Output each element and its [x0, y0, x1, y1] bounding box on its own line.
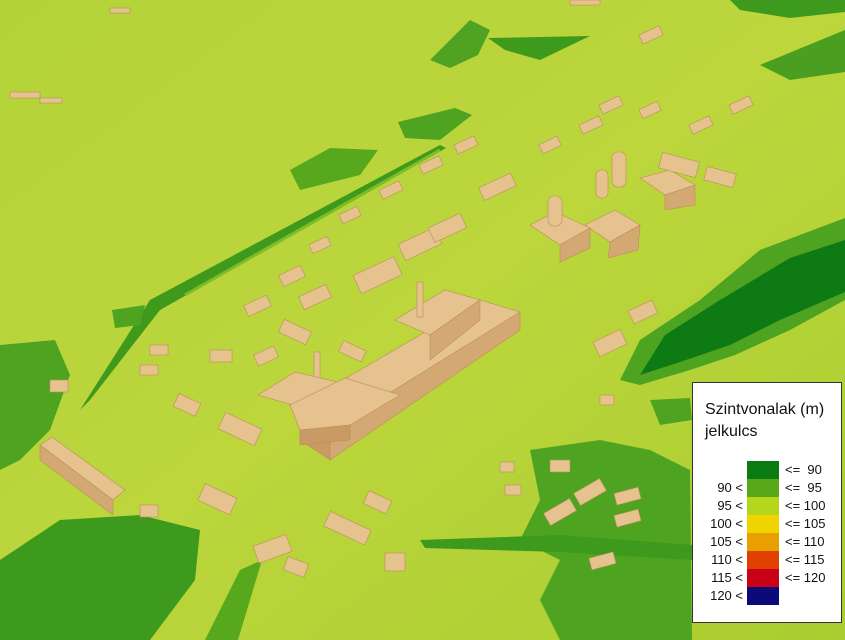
legend-upper-bound: <= 115 [785, 552, 825, 567]
legend-lower-bound: 95 < [717, 498, 743, 513]
building-w [504, 484, 522, 496]
legend-row: 110 < <= 115 [693, 551, 843, 569]
legend-upper-bound: <= 110 [785, 534, 825, 549]
legend-upper-bound: <= 90 [785, 462, 822, 477]
building-small [49, 379, 69, 393]
building-y [384, 552, 406, 572]
legend: Szintvonalak (m) jelkulcs <= 90 90 < <= 95… [692, 382, 842, 623]
legend-title: Szintvonalak (m) jelkulcs [705, 399, 824, 443]
legend-lower-bound: 90 < [717, 480, 743, 495]
legend-swatch [747, 569, 779, 587]
legend-row: 95 < <= 100 [693, 497, 843, 515]
legend-row: <= 90 [693, 461, 843, 479]
building-v [499, 461, 515, 473]
legend-swatch [747, 461, 779, 479]
legend-swatch [747, 587, 779, 605]
building-small [9, 91, 41, 99]
building-small [209, 349, 233, 363]
legend-swatch [747, 479, 779, 497]
silo-2 [611, 151, 627, 188]
legend-swatch [747, 551, 779, 569]
silo-1 [547, 195, 563, 227]
legend-swatch [747, 515, 779, 533]
building-small [109, 7, 131, 14]
legend-lower-bound: 115 < [711, 570, 743, 585]
legend-upper-bound: <= 105 [785, 516, 826, 531]
building-small [39, 97, 63, 104]
building-small [569, 0, 601, 6]
legend-lower-bound: 100 < [710, 516, 743, 531]
legend-swatch [747, 533, 779, 551]
chimney-1 [416, 281, 424, 318]
legend-row: 100 < <= 105 [693, 515, 843, 533]
building-i [549, 459, 571, 473]
legend-title-line2: jelkulcs [705, 423, 758, 440]
legend-upper-bound: <= 100 [785, 498, 826, 513]
legend-lower-bound: 120 < [710, 588, 743, 603]
legend-row: 115 < <= 120 [693, 569, 843, 587]
legend-title-line1: Szintvonalak (m) [705, 401, 825, 418]
building-u [599, 394, 615, 406]
legend-swatch [747, 497, 779, 515]
legend-lower-bound: 105 < [710, 534, 743, 549]
legend-upper-bound: <= 120 [785, 570, 826, 585]
building-x [139, 504, 159, 518]
building-small [139, 364, 159, 376]
legend-upper-bound: <= 95 [785, 480, 822, 495]
legend-row: 90 < <= 95 [693, 479, 843, 497]
legend-row: 105 < <= 110 [693, 533, 843, 551]
building-small [149, 344, 169, 356]
silo-3 [595, 169, 609, 199]
legend-lower-bound: 110 < [711, 552, 743, 567]
legend-row: 120 < [693, 587, 843, 605]
